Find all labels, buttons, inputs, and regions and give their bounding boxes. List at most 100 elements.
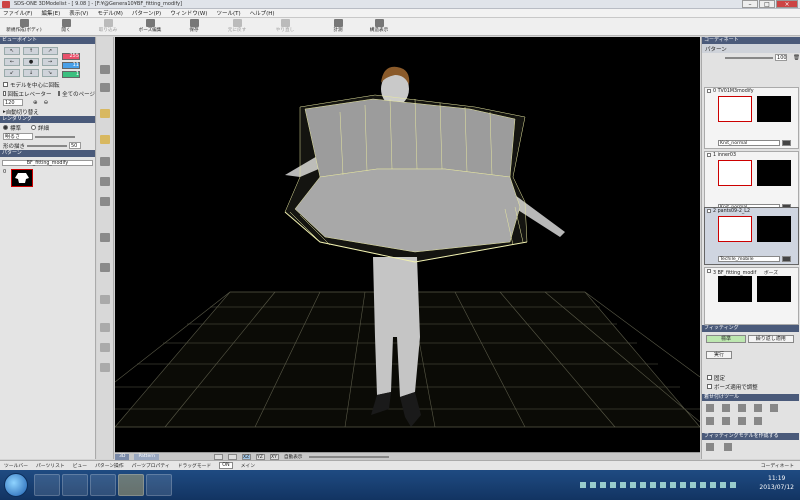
import-button[interactable]: 取り込み	[96, 19, 120, 35]
tool-scale-icon[interactable]	[100, 323, 110, 332]
save-button[interactable]: 保存	[186, 19, 202, 35]
standard-radio[interactable]	[3, 125, 8, 130]
green-swatch[interactable]: 1	[62, 71, 80, 78]
garment-card[interactable]: 1 inner03 Knit_normal	[704, 151, 799, 213]
model-tool-2-icon[interactable]	[724, 443, 732, 451]
pattern-list-item[interactable]: BF_fitting_modify	[2, 160, 93, 166]
brightness-select[interactable]: 明るさ	[3, 133, 33, 140]
dress-tool-8-icon[interactable]	[738, 417, 746, 425]
tool-fit-icon[interactable]	[100, 157, 110, 166]
tool-active-icon[interactable]	[100, 109, 110, 118]
auto-display-slider[interactable]	[309, 455, 390, 458]
garment-card[interactable]: 0 TV01M3modify Knit_normal	[704, 87, 799, 149]
center-rotate-checkbox[interactable]	[3, 82, 8, 87]
undo-button[interactable]: 元に戻す	[226, 19, 248, 35]
tray-icon-10[interactable]	[670, 482, 676, 488]
3d-viewport[interactable]	[115, 37, 700, 452]
view-reset[interactable]: ●	[23, 58, 39, 66]
blue-swatch[interactable]: 11	[62, 62, 80, 69]
garment-card[interactable]: 3 BF_fitting_modif ボーズ	[704, 267, 799, 325]
menu-file[interactable]: ファイル(F)	[3, 9, 32, 17]
status-toolbar[interactable]: ツールバー	[4, 462, 28, 469]
tool-select-icon[interactable]	[100, 65, 110, 74]
tray-icon-12[interactable]	[690, 482, 696, 488]
tray-icon-2[interactable]	[590, 482, 596, 488]
card-checkbox[interactable]	[707, 89, 711, 93]
structure-view-button[interactable]: 構造表示	[366, 19, 392, 35]
tray-icon-14[interactable]	[710, 482, 716, 488]
view-arrow-n[interactable]: ↑	[23, 47, 39, 55]
red-swatch[interactable]: 255	[62, 53, 80, 60]
fabric-swatch[interactable]	[782, 140, 791, 146]
tool-move-icon[interactable]	[100, 83, 110, 92]
dress-tool-7-icon[interactable]	[722, 417, 730, 425]
taskbar-app2-icon[interactable]	[146, 474, 172, 496]
all-pages-checkbox[interactable]	[57, 91, 61, 96]
card-checkbox[interactable]	[707, 209, 711, 213]
view-arrow-e[interactable]: →	[42, 58, 58, 66]
rotate-lock-checkbox[interactable]	[3, 91, 6, 96]
tray-icon-13[interactable]	[700, 482, 706, 488]
taskbar-folder-icon[interactable]	[90, 474, 116, 496]
dress-tool-9-icon[interactable]	[754, 417, 762, 425]
menu-model[interactable]: モデル(M)	[97, 9, 123, 17]
tray-icon-7[interactable]	[640, 482, 646, 488]
model-tool-1-icon[interactable]	[706, 443, 714, 451]
garment-card-selected[interactable]: 2 pants09-2_L2 Techile_mobile	[704, 207, 799, 265]
tray-icon-1[interactable]	[580, 482, 586, 488]
taskbar-app-icon[interactable]	[118, 474, 144, 496]
view-arrow-w[interactable]: ←	[4, 58, 20, 66]
fabric-swatch[interactable]	[782, 256, 791, 262]
camera-icon[interactable]	[214, 453, 223, 460]
fit-repeat-button[interactable]: 繰り返し適用	[747, 335, 794, 343]
fabric-preset-select[interactable]: Knit_normal	[718, 140, 780, 146]
minimize-button[interactable]: –	[742, 0, 758, 8]
status-main[interactable]: メイン	[241, 462, 255, 469]
tray-icon-4[interactable]	[610, 482, 616, 488]
trash-icon[interactable]: 🗑	[793, 55, 800, 61]
card-checkbox[interactable]	[707, 153, 711, 157]
dress-tool-5-icon[interactable]	[770, 404, 778, 412]
tray-icon-8[interactable]	[650, 482, 656, 488]
grid-toggle-icon[interactable]	[228, 453, 237, 460]
yz-button[interactable]: YZ	[256, 453, 265, 460]
close-button[interactable]: ×	[776, 0, 798, 8]
tray-icon-9[interactable]	[660, 482, 666, 488]
maximize-button[interactable]: □	[759, 0, 775, 8]
tray-icon-16[interactable]	[730, 482, 736, 488]
status-parts-list[interactable]: パーツリスト	[36, 462, 65, 469]
start-button[interactable]	[4, 473, 28, 497]
pattern-thumbnail[interactable]	[11, 169, 33, 187]
tool-cut-icon[interactable]	[100, 177, 110, 186]
menu-help[interactable]: ヘルプ(H)	[250, 9, 275, 17]
pose-edit-button[interactable]: ボーズ編集	[136, 19, 164, 35]
brightness-slider[interactable]	[35, 135, 75, 138]
menu-window[interactable]: ウィンドウ(W)	[170, 9, 207, 17]
status-drag-mode[interactable]: ドラッグモード	[178, 462, 212, 469]
view-arrow-se[interactable]: ↘	[42, 69, 58, 77]
zoom-in-icon[interactable]: ⊕	[33, 100, 38, 106]
execute-button[interactable]: 実行	[706, 351, 732, 359]
redo-button[interactable]: やり直し	[274, 19, 296, 35]
fit-standard-button[interactable]: 標準	[706, 335, 746, 343]
opacity-slider[interactable]	[725, 56, 774, 59]
shape-value[interactable]: 50	[69, 142, 81, 149]
tab-pattern[interactable]: Pattern	[134, 453, 159, 460]
pose-adjust-checkbox[interactable]	[707, 384, 712, 389]
new-body-button[interactable]: 新規作成(ボディ)	[4, 19, 44, 35]
tool-mirror-icon[interactable]	[100, 343, 110, 352]
fixed-checkbox[interactable]	[707, 375, 712, 380]
fabric-preset-select[interactable]: Techile_mobile	[718, 256, 780, 262]
status-pattern-op[interactable]: パターン操作	[95, 462, 124, 469]
dress-tool-1-icon[interactable]	[706, 404, 714, 412]
menu-tools[interactable]: ツール(T)	[216, 9, 240, 17]
taskbar-clock[interactable]: 11:19 2013/07/12	[759, 474, 794, 492]
dress-tool-6-icon[interactable]	[706, 417, 714, 425]
tool-sew-icon[interactable]	[100, 197, 110, 206]
xz-button[interactable]: XZ	[242, 453, 251, 460]
view-arrow-nw[interactable]: ↖	[4, 47, 20, 55]
taskbar-explorer-icon[interactable]	[34, 474, 60, 496]
view-arrow-sw[interactable]: ↙	[4, 69, 20, 77]
tray-icon-3[interactable]	[600, 482, 606, 488]
tab-3d[interactable]: 3D	[115, 453, 130, 460]
